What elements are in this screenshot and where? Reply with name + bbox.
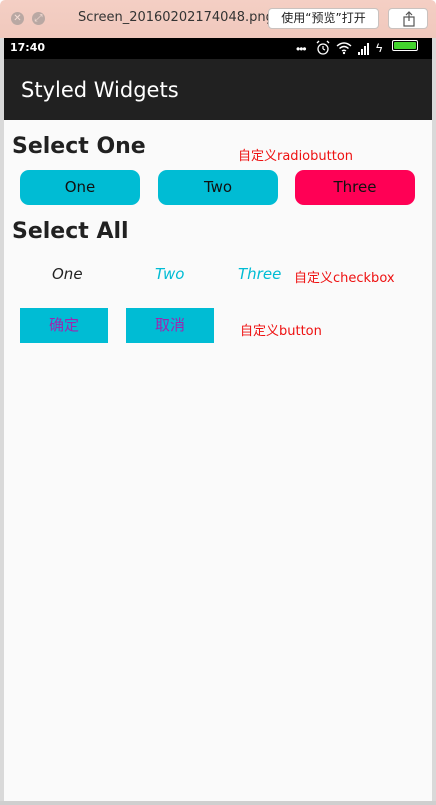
radiobutton-note: 自定义radiobutton	[238, 149, 354, 164]
share-icon	[403, 11, 415, 27]
fullscreen-icon[interactable]: ⤢	[32, 12, 45, 25]
checkbox-option-one[interactable]: One	[52, 265, 83, 283]
wifi-icon	[336, 40, 352, 61]
status-bar: 17:40 ••• ϟ	[4, 38, 432, 59]
window-filename: Screen_20160202174048.png	[78, 10, 274, 25]
share-button[interactable]	[388, 8, 428, 29]
app-bar: Styled Widgets	[4, 59, 432, 120]
radio-option-one[interactable]: One	[20, 170, 140, 205]
select-all-heading: Select All	[12, 219, 129, 244]
signal-icon	[358, 40, 372, 61]
frame-right	[432, 38, 436, 801]
status-time: 17:40	[10, 41, 46, 54]
confirm-button[interactable]: 确定	[20, 308, 108, 343]
open-with-preview-button[interactable]: 使用“预览”打开	[268, 8, 379, 29]
frame-bottom	[0, 801, 436, 805]
checkbox-option-two[interactable]: Two	[155, 265, 184, 283]
checkbox-option-three[interactable]: Three	[238, 265, 281, 283]
checkbox-note: 自定义checkbox	[294, 271, 395, 286]
button-note: 自定义button	[240, 324, 322, 339]
battery-icon	[392, 40, 418, 51]
content-area: Select One 自定义radiobutton One Two Three …	[4, 120, 432, 801]
charging-icon: ϟ	[376, 41, 383, 55]
radio-option-three[interactable]: Three	[295, 170, 415, 205]
alarm-icon	[316, 40, 330, 61]
select-one-heading: Select One	[12, 134, 146, 159]
radio-option-two[interactable]: Two	[158, 170, 278, 205]
page-title: Styled Widgets	[21, 78, 179, 102]
close-window-icon[interactable]: ✕	[11, 12, 24, 25]
more-icon: •••	[296, 42, 307, 56]
quicklook-title-bar: ✕ ⤢ Screen_20160202174048.png 使用“预览”打开	[0, 0, 436, 38]
cancel-button[interactable]: 取消	[126, 308, 214, 343]
